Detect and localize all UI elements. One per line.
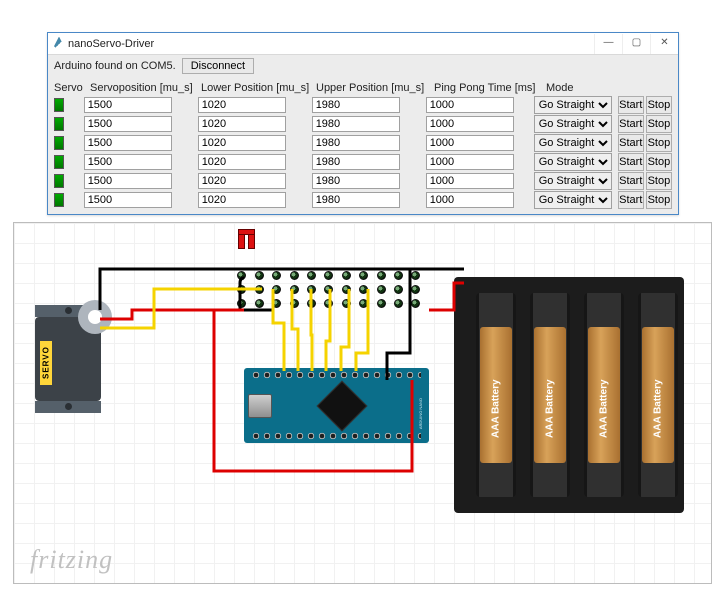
mode-select[interactable]: Go StraightPing Pong: [534, 134, 612, 152]
servo-row: Go StraightPing Pong StartStop: [54, 191, 672, 209]
servo-led-icon: [54, 117, 64, 131]
mode-select[interactable]: Go StraightPing Pong: [534, 191, 612, 209]
nanoservo-window: nanoServo-Driver — ▢ ✕ Arduino found on …: [47, 32, 679, 215]
minimize-button[interactable]: —: [594, 34, 622, 54]
fritzing-logo: fritzing: [30, 545, 113, 575]
mode-select[interactable]: Go StraightPing Pong: [534, 153, 612, 171]
usb-port-icon: [248, 394, 272, 418]
upper-input[interactable]: [312, 154, 400, 170]
fritzing-diagram: SERVO ARDUINO NANO AAA Battery AAA Batte…: [13, 222, 712, 584]
servopos-input[interactable]: [84, 173, 172, 189]
upper-input[interactable]: [312, 173, 400, 189]
window-title: nanoServo-Driver: [68, 38, 154, 50]
servo-led-icon: [54, 98, 64, 112]
stop-button[interactable]: Stop: [646, 134, 672, 152]
pin-header[interactable]: [229, 271, 429, 313]
servo-row: Go StraightPing Pong StartStop: [54, 153, 672, 171]
header-mode: Mode: [546, 82, 582, 94]
ping-input[interactable]: [426, 135, 514, 151]
start-button[interactable]: Start: [618, 115, 644, 133]
start-button[interactable]: Start: [618, 153, 644, 171]
lower-input[interactable]: [198, 135, 286, 151]
servo-row: Go StraightPing Pong StartStop: [54, 96, 672, 114]
mode-select[interactable]: Go StraightPing Pong: [534, 115, 612, 133]
start-button[interactable]: Start: [618, 96, 644, 114]
ping-input[interactable]: [426, 154, 514, 170]
status-message: Arduino found on COM5.: [54, 60, 176, 72]
lower-input[interactable]: [198, 154, 286, 170]
header-lower: Lower Position [mu_s]: [201, 82, 316, 94]
upper-input[interactable]: [312, 135, 400, 151]
header-ping: Ping Pong Time [ms]: [434, 82, 546, 94]
ping-input[interactable]: [426, 173, 514, 189]
lower-input[interactable]: [198, 173, 286, 189]
stop-button[interactable]: Stop: [646, 191, 672, 209]
servo-row: Go StraightPing Pong StartStop: [54, 172, 672, 190]
arduino-nano[interactable]: ARDUINO NANO: [244, 368, 429, 443]
servo-label: SERVO: [40, 341, 52, 385]
nano-label: ARDUINO NANO: [418, 398, 423, 429]
servo-component[interactable]: SERVO: [35, 295, 123, 410]
upper-input[interactable]: [312, 97, 400, 113]
stop-button[interactable]: Stop: [646, 115, 672, 133]
lower-input[interactable]: [198, 116, 286, 132]
servo-row: Go StraightPing Pong StartStop: [54, 134, 672, 152]
stop-button[interactable]: Stop: [646, 172, 672, 190]
lower-input[interactable]: [198, 97, 286, 113]
ping-input[interactable]: [426, 116, 514, 132]
lower-input[interactable]: [198, 192, 286, 208]
titlebar[interactable]: nanoServo-Driver — ▢ ✕: [48, 33, 678, 55]
ping-input[interactable]: [426, 97, 514, 113]
servopos-input[interactable]: [84, 97, 172, 113]
servo-led-icon: [54, 136, 64, 150]
status-row: Arduino found on COM5. Disconnect: [48, 55, 678, 77]
jumper-component[interactable]: [238, 229, 256, 255]
battery-holder[interactable]: AAA Battery AAA Battery AAA Battery AAA …: [454, 277, 684, 513]
start-button[interactable]: Start: [618, 134, 644, 152]
python-icon: [54, 37, 64, 51]
close-button[interactable]: ✕: [650, 34, 678, 54]
maximize-button[interactable]: ▢: [622, 34, 650, 54]
mode-select[interactable]: Go StraightPing Pong: [534, 172, 612, 190]
disconnect-button[interactable]: Disconnect: [182, 58, 254, 74]
start-button[interactable]: Start: [618, 172, 644, 190]
header-servo: Servo: [54, 82, 90, 94]
ping-input[interactable]: [426, 192, 514, 208]
servo-led-icon: [54, 193, 64, 207]
servo-led-icon: [54, 174, 64, 188]
start-button[interactable]: Start: [618, 191, 644, 209]
header-servopos: Servoposition [mu_s]: [90, 82, 201, 94]
upper-input[interactable]: [312, 116, 400, 132]
servo-row: Go StraightPing Pong StartStop: [54, 115, 672, 133]
column-headers: Servo Servoposition [mu_s] Lower Positio…: [48, 77, 678, 96]
stop-button[interactable]: Stop: [646, 153, 672, 171]
header-upper: Upper Position [mu_s]: [316, 82, 434, 94]
mode-select[interactable]: Go StraightPing Pong: [534, 96, 612, 114]
upper-input[interactable]: [312, 192, 400, 208]
servopos-input[interactable]: [84, 135, 172, 151]
mcu-chip-icon: [317, 381, 368, 432]
servopos-input[interactable]: [84, 192, 172, 208]
servo-led-icon: [54, 155, 64, 169]
stop-button[interactable]: Stop: [646, 96, 672, 114]
servo-rows: Go StraightPing PongStartStopGo Straight…: [48, 96, 678, 214]
servopos-input[interactable]: [84, 116, 172, 132]
servopos-input[interactable]: [84, 154, 172, 170]
